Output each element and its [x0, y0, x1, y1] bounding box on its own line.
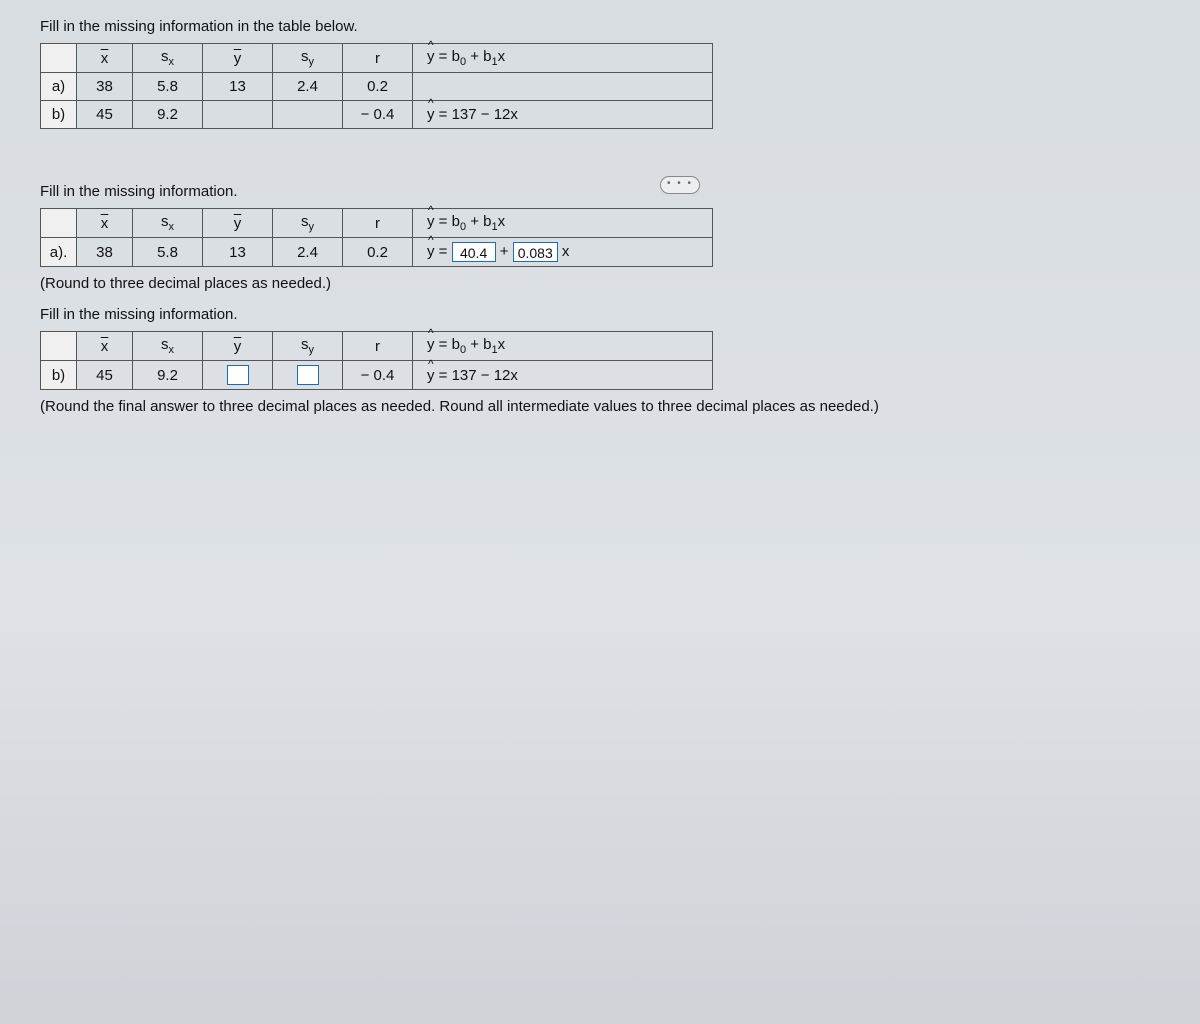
table-header-row: x sx y sy r y = b0 + b1x — [41, 332, 713, 361]
cell-a2-x: 38 — [77, 238, 133, 267]
header-xbar: x — [101, 50, 109, 67]
table-question: x sx y sy r y = b0 + b1x a) 38 5.8 13 2.… — [40, 43, 713, 129]
table-row: a). 38 5.8 13 2.4 0.2 y = 40.4 + 0.083 x — [41, 238, 713, 267]
header-xbar: x — [101, 215, 109, 232]
hint-a: (Round to three decimal places as needed… — [40, 275, 1180, 292]
cell-b2-eq: y = 137 − 12x — [413, 361, 713, 390]
header-ybar: y — [234, 215, 242, 232]
header-ybar: y — [234, 338, 242, 355]
table-row: b) 45 9.2 − 0.4 y = 137 − 12x — [41, 361, 713, 390]
cell-b-x: 45 — [77, 101, 133, 129]
cell-b2-x: 45 — [77, 361, 133, 390]
table-row: a) 38 5.8 13 2.4 0.2 — [41, 73, 713, 101]
answer-input-sy[interactable] — [297, 365, 319, 385]
cell-b-sx: 9.2 — [133, 101, 203, 129]
header-equation: y = b0 + b1x — [413, 44, 713, 73]
header-sx: sx — [161, 336, 174, 353]
header-sy: sy — [301, 213, 314, 230]
instruction-top: Fill in the missing information in the t… — [40, 18, 1180, 35]
header-equation: y = b0 + b1x — [413, 332, 713, 361]
cell-b-sy — [273, 101, 343, 129]
row-label-a: a) — [41, 73, 77, 101]
answer-input-b1[interactable]: 0.083 — [513, 242, 558, 262]
hint-b: (Round the final answer to three decimal… — [40, 398, 1180, 415]
instruction-b: Fill in the missing information. — [40, 306, 1180, 323]
row-label-b: b) — [41, 101, 77, 129]
cell-a2-r: 0.2 — [343, 238, 413, 267]
header-sx: sx — [161, 48, 174, 65]
header-r: r — [343, 44, 413, 73]
cell-a2-y: 13 — [203, 238, 273, 267]
header-r: r — [343, 209, 413, 238]
answer-input-ybar[interactable] — [227, 365, 249, 385]
cell-a-x: 38 — [77, 73, 133, 101]
header-ybar: y — [234, 50, 242, 67]
table-row: b) 45 9.2 − 0.4 y = 137 − 12x — [41, 101, 713, 129]
instruction-a: Fill in the missing information. — [40, 183, 1180, 200]
header-sy: sy — [301, 48, 314, 65]
table-answer-a: x sx y sy r y = b0 + b1x a). 38 5.8 13 2… — [40, 208, 713, 267]
cell-a-sy: 2.4 — [273, 73, 343, 101]
more-button[interactable]: • • • — [660, 176, 700, 194]
header-sy: sy — [301, 336, 314, 353]
cell-b2-sy — [273, 361, 343, 390]
table-header-row: x sx y sy r y = b0 + b1x — [41, 209, 713, 238]
cell-b-eq: y = 137 − 12x — [413, 101, 713, 129]
cell-a-eq — [413, 73, 713, 101]
table-answer-b: x sx y sy r y = b0 + b1x b) 45 9.2 − 0.4… — [40, 331, 713, 390]
cell-b2-r: − 0.4 — [343, 361, 413, 390]
header-r: r — [343, 332, 413, 361]
table-header-row: x sx y sy r y = b0 + b1x — [41, 44, 713, 73]
cell-b2-y — [203, 361, 273, 390]
cell-b-y — [203, 101, 273, 129]
cell-b-r: − 0.4 — [343, 101, 413, 129]
row-label-a2: a). — [41, 238, 77, 267]
header-sx: sx — [161, 213, 174, 230]
cell-a-y: 13 — [203, 73, 273, 101]
cell-b2-sx: 9.2 — [133, 361, 203, 390]
header-xbar: x — [101, 338, 109, 355]
cell-a2-eq: y = 40.4 + 0.083 x — [413, 238, 713, 267]
row-label-b2: b) — [41, 361, 77, 390]
cell-a-sx: 5.8 — [133, 73, 203, 101]
cell-a2-sx: 5.8 — [133, 238, 203, 267]
header-equation: y = b0 + b1x — [413, 209, 713, 238]
cell-a-r: 0.2 — [343, 73, 413, 101]
answer-input-b0[interactable]: 40.4 — [452, 242, 496, 262]
cell-a2-sy: 2.4 — [273, 238, 343, 267]
